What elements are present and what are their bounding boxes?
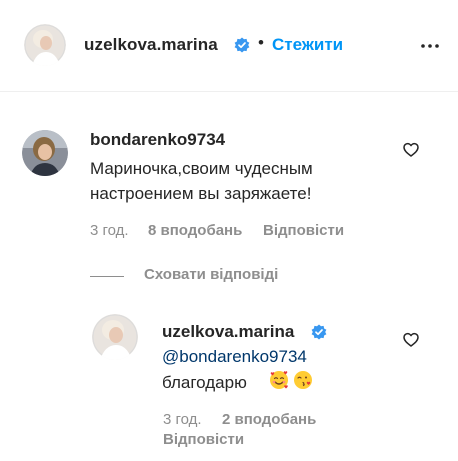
- replies-divider: [90, 276, 124, 277]
- separator-dot: •: [258, 33, 264, 52]
- more-options-icon[interactable]: [420, 38, 440, 54]
- follow-button[interactable]: Стежити: [272, 35, 343, 55]
- comment-reply-button[interactable]: Відповісти: [263, 222, 344, 239]
- author-avatar[interactable]: [24, 24, 66, 66]
- comment-likes[interactable]: 8 вподобань: [148, 222, 242, 239]
- reply-username[interactable]: uzelkova.marina: [162, 322, 294, 342]
- verified-badge-icon: [311, 324, 327, 340]
- reply-mention-link[interactable]: @bondarenko9734: [162, 347, 307, 367]
- like-heart-icon[interactable]: [403, 142, 419, 158]
- post-header: uzelkova.marina • Стежити: [0, 0, 458, 92]
- smiling-face-with-hearts-icon: [270, 371, 288, 389]
- verified-badge-icon: [234, 37, 250, 53]
- reply-author-avatar[interactable]: [92, 314, 138, 360]
- comment-time: 3 год.: [90, 222, 129, 239]
- reply-reply-button[interactable]: Відповісти: [163, 431, 244, 448]
- reply-text: благодарю: [162, 373, 247, 392]
- like-heart-icon[interactable]: [403, 332, 419, 348]
- reply-likes[interactable]: 2 вподобань: [222, 411, 316, 428]
- face-blowing-kiss-icon: [294, 371, 312, 389]
- comment-text: Мариночка,своим чудесным настроением вы …: [90, 159, 313, 203]
- comment-username[interactable]: bondarenko9734: [90, 130, 225, 150]
- reply-time: 3 год.: [163, 411, 202, 428]
- hide-replies-button[interactable]: Сховати відповіді: [144, 266, 278, 283]
- commenter-avatar[interactable]: [22, 130, 68, 176]
- author-username[interactable]: uzelkova.marina: [84, 35, 218, 55]
